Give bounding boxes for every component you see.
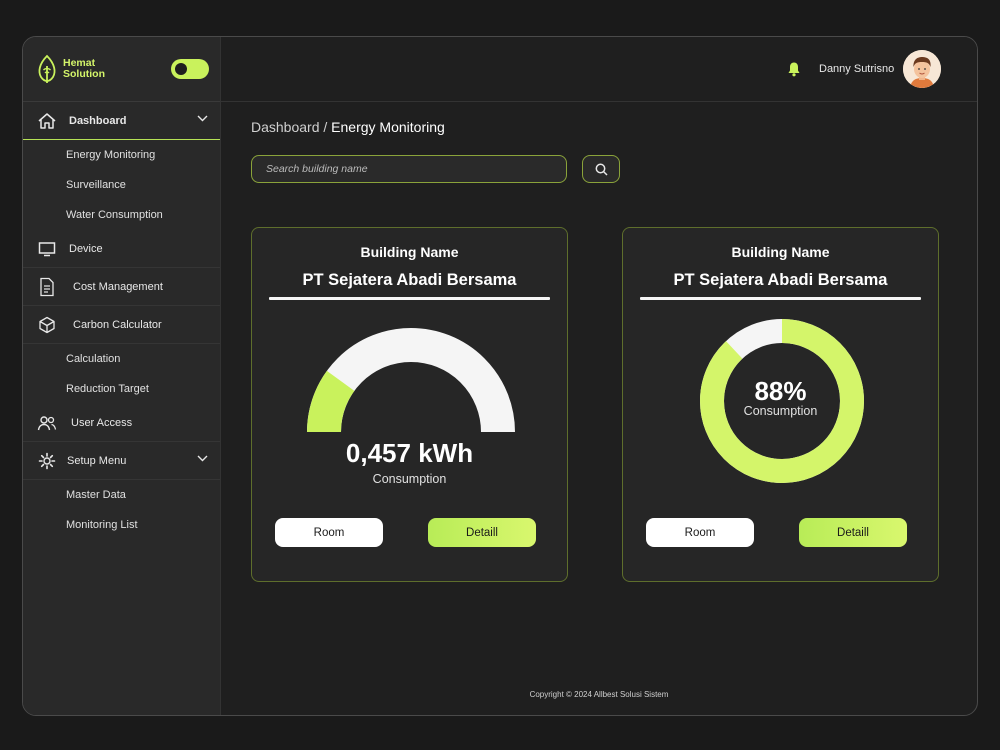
users-icon: [37, 413, 57, 433]
sidebar-item-carbon-calculator[interactable]: Carbon Calculator: [23, 306, 220, 344]
bell-icon[interactable]: [787, 61, 801, 77]
consumption-label: Consumption: [743, 404, 818, 418]
toggle-knob: [175, 63, 187, 75]
brand-name: Hemat Solution: [63, 58, 105, 80]
chevron-down-icon[interactable]: [197, 115, 208, 122]
gauge-fill: [307, 370, 355, 433]
sidebar-item-label: User Access: [71, 416, 133, 429]
consumption-percent: 88%: [754, 376, 807, 406]
consumption-gauge: [307, 328, 515, 433]
detail-button[interactable]: Detaill: [428, 518, 536, 547]
search-icon: [595, 163, 608, 176]
card-label: Building Name: [731, 244, 830, 260]
room-button[interactable]: Room: [275, 518, 383, 547]
cube-icon: [37, 315, 57, 335]
breadcrumb-current: Energy Monitoring: [331, 119, 445, 135]
sidebar-item-dashboard[interactable]: Dashboard: [23, 102, 220, 140]
main-content: Dashboard / Energy Monitoring Building N…: [221, 102, 977, 715]
breadcrumb-separator: /: [319, 119, 332, 135]
sidebar-item-label: Dashboard: [69, 114, 127, 127]
brand-line2: Solution: [63, 68, 105, 80]
monitor-icon: [37, 239, 57, 259]
consumption-value: 0,457 kWh: [345, 438, 474, 468]
gear-icon: [37, 451, 57, 471]
sidebar-subitem-surveillance[interactable]: Surveillance: [23, 170, 220, 200]
room-button[interactable]: Room: [646, 518, 754, 547]
sidebar-subitem-master-data[interactable]: Master Data: [23, 480, 220, 510]
sidebar-nav: Dashboard Energy Monitoring Surveillance…: [23, 102, 220, 540]
building-card: Building Name PT Sejatera Abadi Bersama …: [622, 227, 939, 582]
brand: Hemat Solution: [23, 37, 220, 102]
sidebar: Hemat Solution Dashboard Energy Monitori…: [23, 37, 221, 715]
sidebar-item-cost-management[interactable]: Cost Management: [23, 268, 220, 306]
sidebar-item-label: Setup Menu: [67, 454, 127, 467]
consumption-label: Consumption: [372, 472, 447, 486]
building-card: Building Name PT Sejatera Abadi Bersama …: [251, 227, 568, 582]
search-button[interactable]: [582, 155, 620, 183]
app-window: Hemat Solution Dashboard Energy Monitori…: [22, 36, 978, 716]
breadcrumb: Dashboard / Energy Monitoring: [251, 119, 445, 135]
sidebar-subitem-reduction-target[interactable]: Reduction Target: [23, 374, 220, 404]
detail-button[interactable]: Detaill: [799, 518, 907, 547]
chevron-down-icon[interactable]: [197, 455, 208, 462]
divider: [640, 297, 921, 300]
breadcrumb-root[interactable]: Dashboard: [251, 119, 320, 135]
sidebar-item-label: Carbon Calculator: [73, 318, 162, 331]
divider: [269, 297, 550, 300]
building-name: PT Sejatera Abadi Bersama: [302, 271, 517, 289]
sidebar-item-label: Cost Management: [73, 280, 163, 293]
sidebar-subitem-monitoring-list[interactable]: Monitoring List: [23, 510, 220, 540]
user-name[interactable]: Danny Sutrisno: [819, 63, 894, 75]
sidebar-subitem-calculation[interactable]: Calculation: [23, 344, 220, 374]
search-input[interactable]: [251, 155, 567, 183]
home-icon: [37, 111, 57, 131]
footer-copyright: Copyright © 2024 Allbest Solusi Sistem: [529, 690, 669, 699]
sidebar-subitem-energy-monitoring[interactable]: Energy Monitoring: [23, 140, 220, 170]
document-icon: [37, 277, 57, 297]
sidebar-item-user-access[interactable]: User Access: [23, 404, 220, 442]
sidebar-subitem-water-consumption[interactable]: Water Consumption: [23, 200, 220, 230]
building-name: PT Sejatera Abadi Bersama: [673, 271, 888, 289]
sidebar-item-label: Device: [69, 242, 103, 255]
theme-toggle[interactable]: [171, 59, 209, 79]
sidebar-item-setup-menu[interactable]: Setup Menu: [23, 442, 220, 480]
avatar[interactable]: [903, 50, 941, 88]
top-bar: Danny Sutrisno: [221, 37, 977, 102]
card-label: Building Name: [360, 244, 459, 260]
sidebar-item-device[interactable]: Device: [23, 230, 220, 268]
leaf-logo-icon: [38, 54, 56, 83]
